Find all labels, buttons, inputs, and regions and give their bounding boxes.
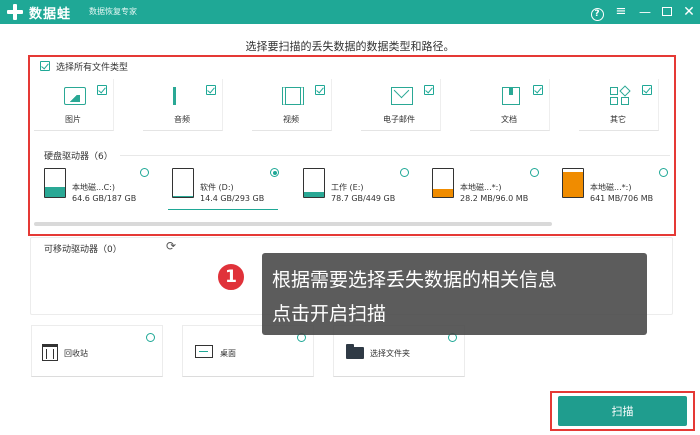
maximize-icon[interactable]	[658, 3, 676, 21]
drive-usage-fill	[433, 188, 453, 197]
drive-radio-selected[interactable]	[270, 168, 279, 177]
file-type-label: 音频	[174, 115, 190, 124]
app-name: 数据蛙	[29, 7, 72, 22]
drive-name: 本地磁...C:)	[72, 183, 116, 192]
file-type-document[interactable]: 文档	[470, 79, 550, 131]
drive-usage-fill	[563, 171, 583, 197]
drive-size: 14.4 GB/293 GB	[200, 194, 265, 203]
selected-drive-underline	[168, 209, 278, 210]
document-icon	[502, 87, 520, 105]
drive-size: 64.6 GB/187 GB	[72, 194, 137, 203]
trash-icon	[42, 344, 58, 361]
step-number-badge: 1	[216, 262, 246, 292]
folder-icon	[346, 344, 364, 359]
drive-size: 78.7 GB/449 GB	[331, 194, 396, 203]
select-all-label: 选择所有文件类型	[56, 63, 129, 73]
logo-icon	[6, 3, 24, 21]
drive-icon	[44, 168, 66, 198]
removable-drives-title: 可移动驱动器（0）	[44, 245, 122, 255]
file-type-label: 电子邮件	[383, 115, 415, 124]
drive-usage-fill	[45, 187, 65, 197]
file-type-image[interactable]: 图片	[34, 79, 114, 131]
other-icon	[609, 85, 631, 105]
location-recycle-bin[interactable]: 回收站	[31, 325, 163, 377]
location-label: 回收站	[64, 349, 88, 358]
file-type-email[interactable]: 电子邮件	[361, 79, 441, 131]
drive-icon	[562, 168, 584, 198]
video-icon	[282, 87, 304, 105]
drive-name: 软件 (D:)	[200, 183, 234, 192]
title-bar: 数据蛙 数据恢复专家 ? ≡ — ✕	[0, 0, 700, 24]
video-checkbox[interactable]	[315, 85, 325, 95]
drive-usage-fill	[173, 195, 193, 197]
drive-icon	[172, 168, 194, 198]
tooltip-line-2: 点击开启扫描	[272, 303, 387, 325]
drive-usage-fill	[304, 191, 324, 197]
drive-radio[interactable]	[400, 168, 409, 177]
image-icon	[64, 87, 86, 105]
app-subtitle: 数据恢复专家	[89, 7, 137, 16]
section-divider	[120, 155, 670, 156]
audio-checkbox[interactable]	[206, 85, 216, 95]
select-all-checkbox[interactable]	[40, 61, 50, 71]
help-icon[interactable]: ?	[588, 3, 606, 21]
image-checkbox[interactable]	[97, 85, 107, 95]
desktop-icon	[195, 345, 213, 358]
file-type-label: 图片	[65, 115, 81, 124]
location-label: 桌面	[220, 349, 236, 358]
file-type-label: 其它	[610, 115, 626, 124]
file-type-other[interactable]: 其它	[579, 79, 659, 131]
minimize-icon[interactable]: —	[636, 3, 654, 21]
scan-button[interactable]: 扫描	[558, 396, 687, 426]
drive-name: 本地磁...*:)	[590, 183, 632, 192]
drive-name: 工作 (E:)	[331, 183, 364, 192]
drive-size: 28.2 MB/96.0 MB	[460, 194, 529, 203]
drive-icon	[432, 168, 454, 198]
music-icon	[173, 87, 195, 105]
close-icon[interactable]: ✕	[680, 3, 698, 21]
mail-icon	[391, 87, 413, 105]
drive-list-scrollbar[interactable]	[34, 222, 552, 226]
other-checkbox[interactable]	[642, 85, 652, 95]
email-checkbox[interactable]	[424, 85, 434, 95]
file-type-video[interactable]: 视频	[252, 79, 332, 131]
drive-name: 本地磁...*:)	[460, 183, 502, 192]
location-radio[interactable]	[146, 333, 155, 342]
document-checkbox[interactable]	[533, 85, 543, 95]
tooltip-line-1: 根据需要选择丢失数据的相关信息	[272, 269, 558, 291]
location-label: 选择文件夹	[370, 349, 410, 358]
page-headline: 选择要扫描的丢失数据的数据类型和路径。	[245, 40, 455, 53]
drive-radio[interactable]	[140, 168, 149, 177]
file-type-label: 文档	[501, 115, 517, 124]
drive-icon	[303, 168, 325, 198]
tutorial-tooltip: 根据需要选择丢失数据的相关信息 点击开启扫描	[262, 253, 647, 335]
menu-icon[interactable]: ≡	[612, 3, 630, 21]
hard-drives-title: 硬盘驱动器（6）	[44, 152, 113, 162]
drive-radio[interactable]	[659, 168, 668, 177]
file-type-audio[interactable]: 音频	[143, 79, 223, 131]
refresh-icon[interactable]: ⟳	[166, 240, 178, 252]
file-type-label: 视频	[283, 115, 299, 124]
drive-radio[interactable]	[530, 168, 539, 177]
drive-size: 641 MB/706 MB	[590, 194, 654, 203]
